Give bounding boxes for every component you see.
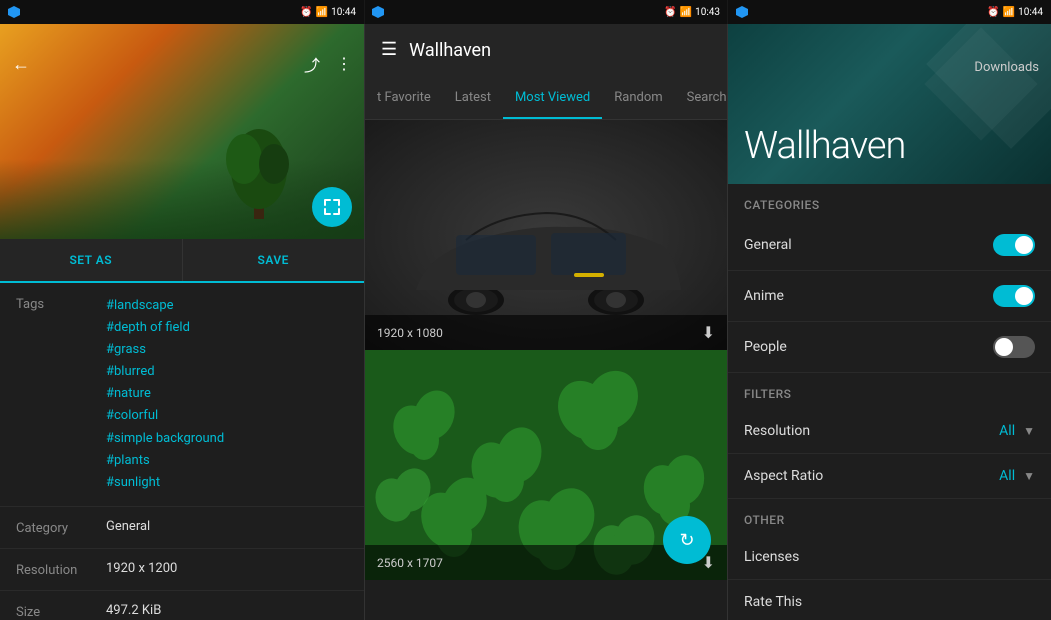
- category-people-toggle[interactable]: [993, 336, 1035, 358]
- hamburger-menu-button[interactable]: ☰: [381, 41, 397, 59]
- tag-plants[interactable]: #plants: [106, 450, 348, 472]
- resolution-filter-row[interactable]: Resolution All ▼: [728, 409, 1051, 454]
- licenses-item[interactable]: Licenses: [728, 535, 1051, 580]
- drawer-app-title: Wallhaven: [744, 124, 1035, 168]
- aspect-ratio-filter-label: Aspect Ratio: [744, 468, 823, 484]
- status-shield-icon-p1: [8, 6, 20, 18]
- save-button[interactable]: SAVE: [183, 239, 365, 281]
- tag-simple-background[interactable]: #simple background: [106, 428, 348, 450]
- status-shield-icon-p2: [372, 6, 384, 18]
- card1-download-icon[interactable]: ⬇: [702, 323, 715, 342]
- downloads-tab[interactable]: Downloads: [962, 52, 1051, 83]
- category-general-label: General: [744, 237, 792, 253]
- tree-illustration: [224, 109, 294, 219]
- category-general-toggle[interactable]: [993, 234, 1035, 256]
- other-section-label: Other: [728, 499, 1051, 535]
- tags-row: Tags #landscape #depth of field #grass #…: [0, 283, 364, 507]
- wallpaper-card-clover[interactable]: 2560 x 1707 ⬇ ↻: [365, 350, 727, 580]
- car-silhouette: [396, 195, 696, 315]
- toggle-knob-people: [995, 338, 1013, 356]
- aspect-ratio-filter-value[interactable]: All ▼: [999, 468, 1035, 484]
- detail-panel: ← ⤴ ⋮ SET AS SAVE Tags #landscape #depth…: [0, 0, 364, 620]
- refresh-fab-button[interactable]: ↻: [663, 516, 711, 564]
- expand-button[interactable]: [312, 187, 352, 227]
- card1-info: 1920 x 1080 ⬇: [365, 315, 727, 350]
- hero-toolbar: ← ⤴ ⋮: [0, 52, 364, 76]
- category-row: Category General: [0, 507, 364, 549]
- tag-grass[interactable]: #grass: [106, 339, 348, 361]
- tags-label: Tags: [16, 295, 106, 312]
- toggle-knob-anime: [1015, 287, 1033, 305]
- app-toolbar: ☰ Wallhaven: [365, 24, 727, 76]
- size-row: Size 497.2 KiB: [0, 591, 364, 620]
- wallpaper-list: 1920 x 1080 ⬇: [365, 120, 727, 620]
- licenses-label: Licenses: [744, 549, 799, 565]
- drawer-header: Wallhaven Downloads: [728, 24, 1051, 184]
- status-shield-icon-p3: [736, 6, 748, 18]
- app-title: Wallhaven: [409, 40, 491, 61]
- tab-most-viewed[interactable]: Most Viewed: [503, 76, 602, 119]
- resolution-filter-label: Resolution: [744, 423, 810, 439]
- category-value: General: [106, 519, 348, 534]
- aspect-ratio-filter-row[interactable]: Aspect Ratio All ▼: [728, 454, 1051, 499]
- hero-ground: [0, 159, 364, 239]
- status-bar-panel3: ⏰ 📶 10:44: [728, 0, 1051, 24]
- resolution-filter-text: All: [999, 423, 1015, 439]
- toggle-knob-general: [1015, 236, 1033, 254]
- tag-colorful[interactable]: #colorful: [106, 405, 348, 427]
- resolution-label: Resolution: [16, 561, 106, 578]
- tab-bar: t Favorite Latest Most Viewed Random Sea…: [365, 76, 727, 120]
- categories-section-label: Categories: [728, 184, 1051, 220]
- resolution-row: Resolution 1920 x 1200: [0, 549, 364, 591]
- category-general-item[interactable]: General: [728, 220, 1051, 271]
- action-bar: SET AS SAVE: [0, 239, 364, 283]
- resolution-filter-value[interactable]: All ▼: [999, 423, 1035, 439]
- wallpaper-card-car[interactable]: 1920 x 1080 ⬇: [365, 120, 727, 350]
- size-label: Size: [16, 603, 106, 620]
- tag-depth-of-field[interactable]: #depth of field: [106, 317, 348, 339]
- rate-this-label: Rate This: [744, 594, 802, 610]
- detail-table: Tags #landscape #depth of field #grass #…: [0, 283, 364, 620]
- resolution-value: 1920 x 1200: [106, 561, 348, 576]
- tag-sunlight[interactable]: #sunlight: [106, 472, 348, 494]
- set-as-button[interactable]: SET AS: [0, 239, 183, 281]
- category-anime-label: Anime: [744, 288, 784, 304]
- back-button[interactable]: ←: [12, 54, 30, 75]
- category-anime-item[interactable]: Anime: [728, 271, 1051, 322]
- category-label: Category: [16, 519, 106, 536]
- size-value: 497.2 KiB: [106, 603, 348, 618]
- tab-latest[interactable]: Latest: [443, 76, 503, 119]
- tag-blurred[interactable]: #blurred: [106, 361, 348, 383]
- drawer-panel: Wallhaven Downloads Categories General A…: [728, 0, 1051, 620]
- category-people-item[interactable]: People: [728, 322, 1051, 373]
- tag-nature[interactable]: #nature: [106, 383, 348, 405]
- filters-section-label: Filters: [728, 373, 1051, 409]
- card2-resolution: 2560 x 1707: [377, 556, 443, 570]
- tags-value: #landscape #depth of field #grass #blurr…: [106, 295, 348, 494]
- status-bar-panel1: ⏰ 📶 10:44: [0, 0, 364, 24]
- status-icons-p1: ⏰ 📶 10:44: [300, 7, 356, 18]
- card1-resolution: 1920 x 1080: [377, 326, 443, 340]
- category-anime-toggle[interactable]: [993, 285, 1035, 307]
- more-options-button[interactable]: ⋮: [336, 52, 352, 76]
- status-bar-panel2: ⏰ 📶 10:43: [364, 0, 728, 24]
- aspect-ratio-filter-text: All: [999, 468, 1015, 484]
- tag-landscape[interactable]: #landscape: [106, 295, 348, 317]
- resolution-chevron-icon: ▼: [1023, 424, 1035, 438]
- list-panel: ☰ Wallhaven t Favorite Latest Most Viewe…: [364, 0, 728, 620]
- tab-random[interactable]: Random: [602, 76, 674, 119]
- drawer-content: Categories General Anime People Filters …: [728, 184, 1051, 620]
- category-people-label: People: [744, 339, 787, 355]
- rate-this-item[interactable]: Rate This: [728, 580, 1051, 620]
- hero-image: ← ⤴ ⋮: [0, 24, 364, 239]
- status-icons-p3: ⏰ 📶 10:44: [987, 7, 1043, 18]
- status-icons-p2: ⏰ 📶 10:43: [664, 7, 720, 18]
- tab-search[interactable]: Search: [675, 76, 727, 119]
- aspect-ratio-chevron-icon: ▼: [1023, 469, 1035, 483]
- share-button[interactable]: ⤴: [304, 52, 320, 76]
- tab-favorite[interactable]: t Favorite: [365, 76, 443, 119]
